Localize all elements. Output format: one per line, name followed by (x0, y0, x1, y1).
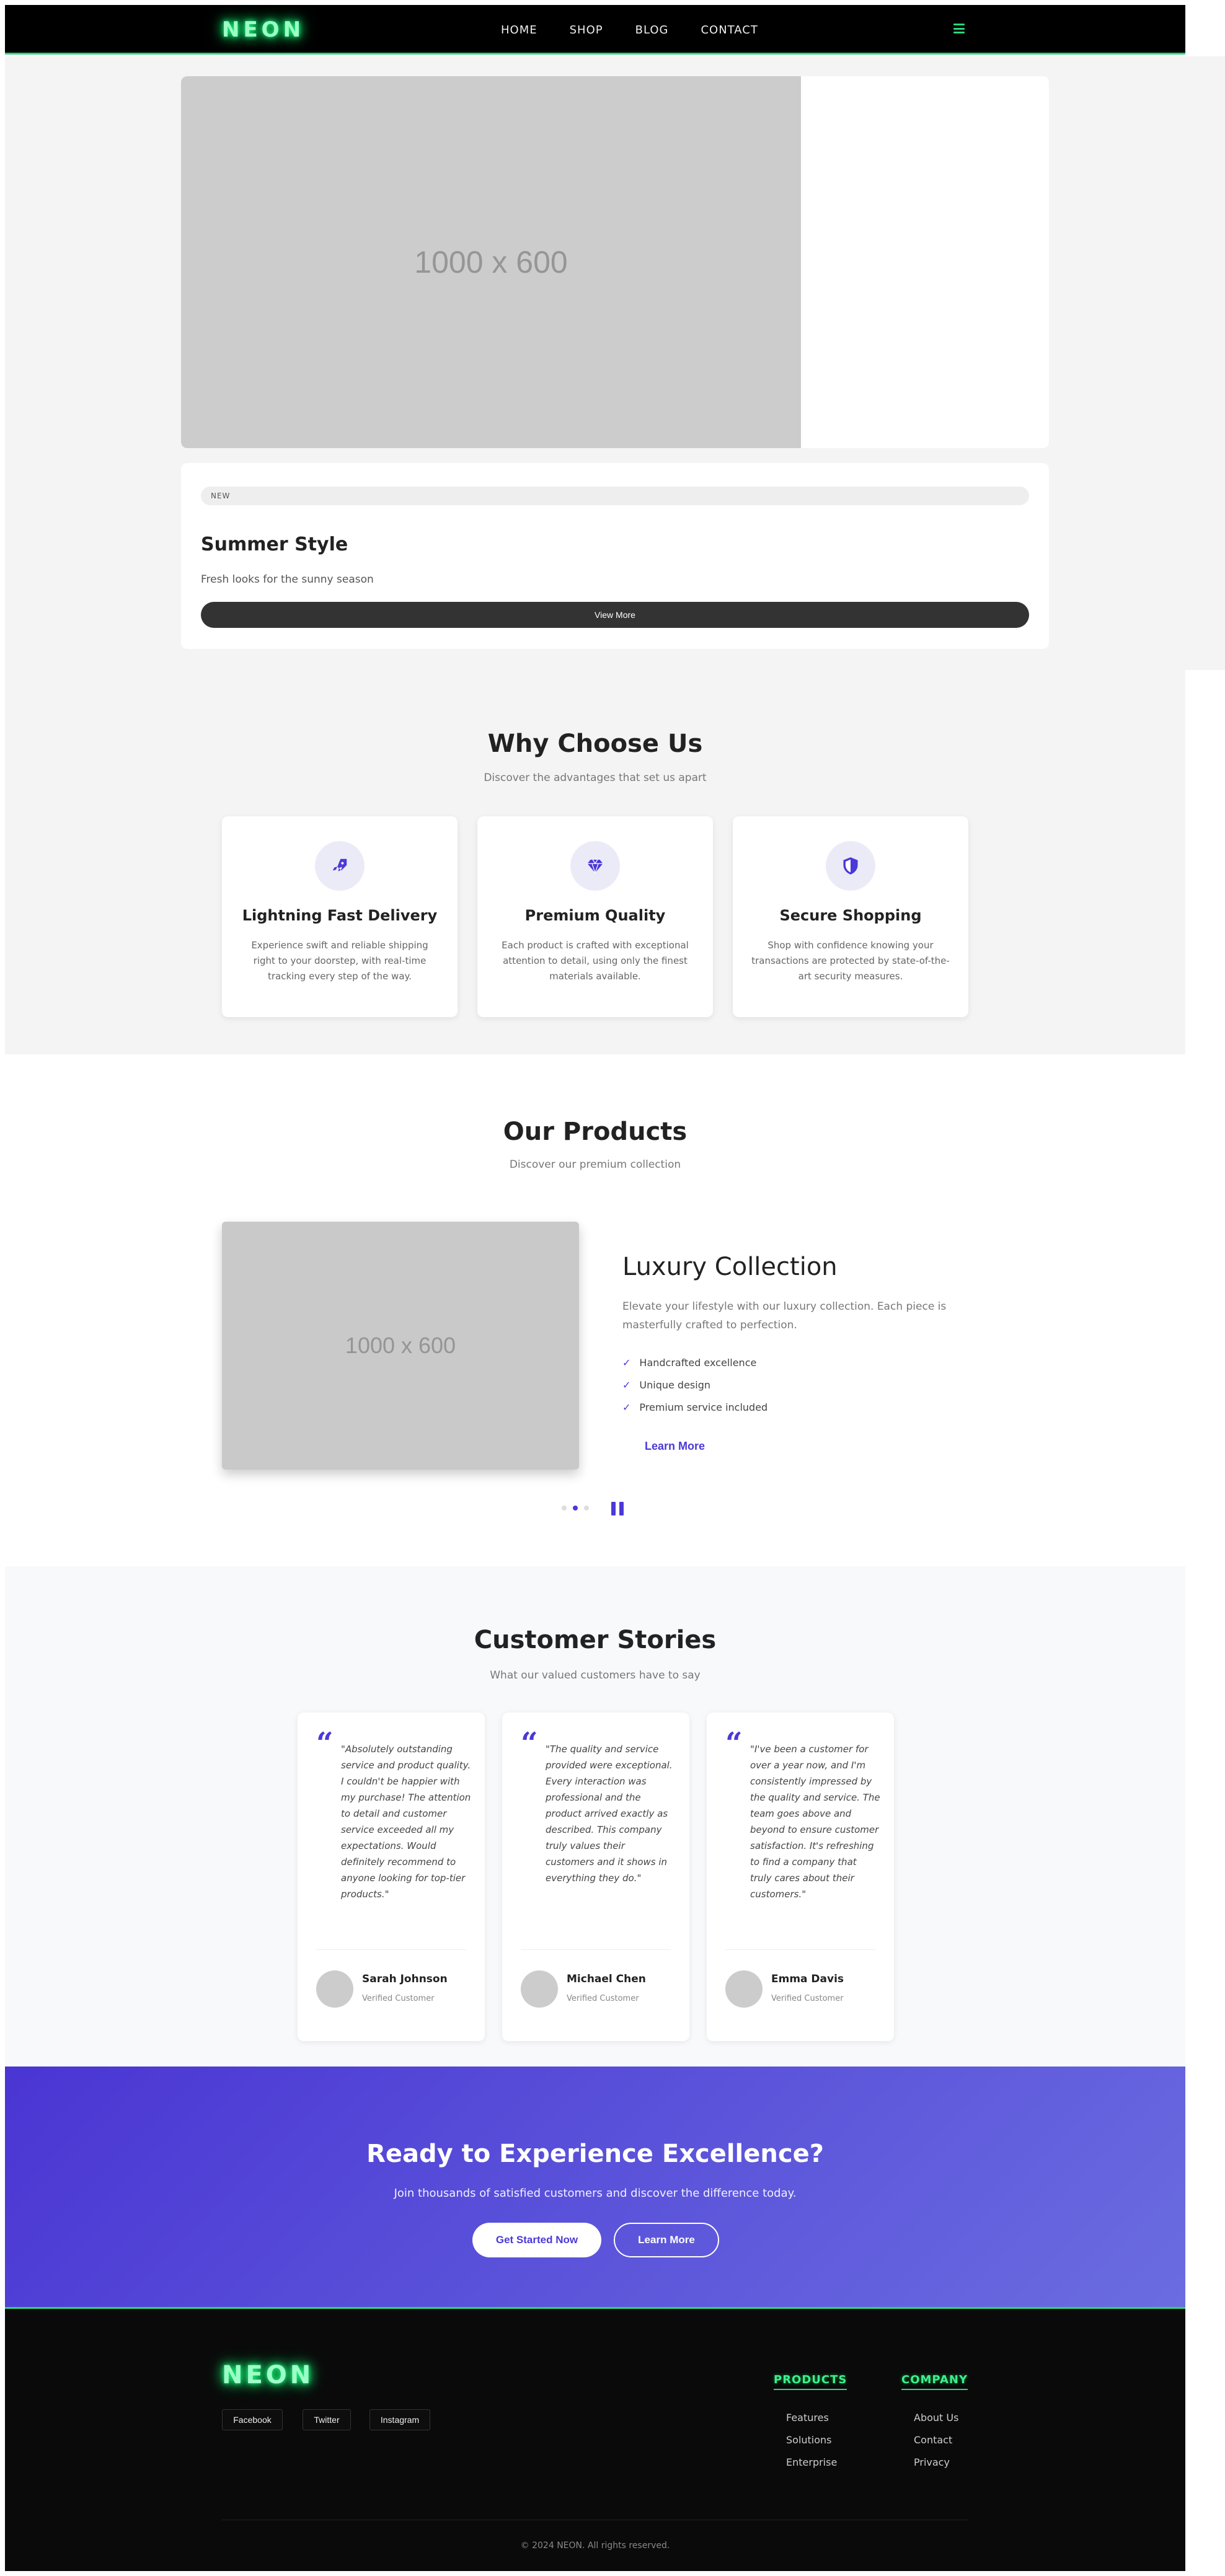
hamburger-icon[interactable] (953, 24, 965, 33)
customer-role: Verified Customer (362, 1994, 435, 2003)
avatar (521, 1970, 558, 2008)
carousel-dot-3[interactable] (584, 1506, 589, 1511)
footer-column-title: COMPANY (901, 2373, 968, 2390)
hero-subtitle: Fresh looks for the sunny season (201, 573, 374, 586)
footer-link-enterprise[interactable]: Enterprise (786, 2456, 837, 2468)
rocket-icon (315, 841, 365, 891)
nav-link-contact[interactable]: CONTACT (701, 24, 758, 37)
facebook-link[interactable]: Facebook (222, 2409, 283, 2430)
feature-title: Lightning Fast Delivery (242, 907, 438, 924)
view-more-button[interactable]: View More (201, 602, 1029, 628)
cta-subtitle: Join thousands of satisfied customers an… (394, 2187, 797, 2200)
new-badge: NEW (201, 487, 1029, 505)
avatar (725, 1970, 763, 2008)
hero-section: 1000 x 600 NEW Summer Style Fresh looks … (5, 56, 1225, 670)
section-subtitle: Discover our premium collection (509, 1158, 681, 1171)
customer-role: Verified Customer (771, 1994, 844, 2003)
twitter-link[interactable]: Twitter (303, 2409, 351, 2430)
quote-icon: “ (521, 1726, 538, 1761)
logo[interactable]: NEON (222, 17, 304, 42)
section-title: Our Products (503, 1118, 688, 1146)
testimonial-text: "I've been a customer for over a year no… (750, 1744, 880, 1900)
list-item: ✓ Handcrafted excellence (622, 1357, 757, 1369)
testimonials-section: Customer Stories What our valued custome… (5, 1566, 1185, 2067)
list-item: ✓ Unique design (622, 1379, 711, 1391)
testimonial-card: “ "I've been a customer for over a year … (707, 1713, 894, 2041)
feature-card: Premium Quality Each product is crafted … (477, 816, 713, 1017)
carousel-dots (562, 1506, 589, 1511)
copyright: © 2024 NEON. All rights reserved. (520, 2541, 670, 2551)
feature-description: Shop with confidence knowing your transa… (751, 940, 950, 982)
why-choose-us-section: Why Choose Us Discover the advantages th… (5, 670, 1185, 1054)
list-item: ✓ Premium service included (622, 1401, 768, 1413)
feature-card: Lightning Fast Delivery Experience swift… (222, 816, 458, 1017)
avatar (316, 1970, 353, 2008)
divider (725, 1949, 875, 1950)
quote-icon: “ (725, 1726, 743, 1761)
products-section: Our Products Discover our premium collec… (5, 1054, 1185, 1566)
feature-title: Secure Shopping (779, 907, 922, 924)
nav-links: HOME SHOP BLOG CONTACT (501, 24, 790, 37)
collection-title: Luxury Collection (622, 1253, 838, 1281)
nav-link-home[interactable]: HOME (501, 24, 537, 37)
section-subtitle: Discover the advantages that set us apar… (484, 772, 707, 784)
footer-link-about[interactable]: About Us (914, 2412, 958, 2424)
customer-name: Michael Chen (567, 1973, 646, 1985)
shield-icon (826, 841, 875, 891)
footer: NEON Facebook Twitter Instagram PRODUCTS… (5, 2307, 1185, 2571)
testimonial-card: “ "Absolutely outstanding service and pr… (298, 1713, 485, 2041)
divider (316, 1949, 466, 1950)
footer-link-contact[interactable]: Contact (914, 2434, 952, 2446)
divider (521, 1949, 671, 1950)
feature-description: Experience swift and reliable shipping r… (251, 940, 428, 982)
check-icon: ✓ (622, 1357, 631, 1369)
get-started-button[interactable]: Get Started Now (472, 2223, 601, 2257)
feature-description: Each product is crafted with exceptional… (502, 940, 689, 982)
check-icon: ✓ (622, 1401, 631, 1413)
testimonial-text: "The quality and service provided were e… (546, 1744, 673, 1884)
carousel-dot-2[interactable] (573, 1506, 578, 1511)
footer-link-privacy[interactable]: Privacy (914, 2456, 950, 2468)
customer-role: Verified Customer (567, 1994, 639, 2003)
feature-title: Premium Quality (524, 907, 666, 924)
footer-logo[interactable]: NEON (222, 2361, 314, 2389)
nav-link-shop[interactable]: SHOP (570, 24, 603, 37)
customer-name: Emma Davis (771, 1973, 844, 1985)
hero-slide: 1000 x 600 (181, 76, 1049, 448)
hero-image-placeholder: 1000 x 600 (181, 76, 801, 448)
top-navbar: NEON HOME SHOP BLOG CONTACT (5, 5, 1185, 55)
carousel-dot-1[interactable] (562, 1506, 567, 1511)
collection-features: ✓ Handcrafted excellence ✓ Unique design ✓… (622, 1352, 767, 1419)
section-subtitle: What our valued customers have to say (490, 1669, 701, 1682)
customer-name: Sarah Johnson (362, 1973, 448, 1985)
check-icon: ✓ (622, 1379, 631, 1391)
hero-title: Summer Style (201, 534, 348, 555)
quote-icon: “ (316, 1726, 334, 1761)
learn-more-button[interactable]: Learn More (614, 2223, 719, 2257)
learn-more-link[interactable]: Learn More (645, 1440, 705, 1453)
section-title: Why Choose Us (487, 730, 703, 758)
testimonial-text: "Absolutely outstanding service and prod… (341, 1744, 471, 1900)
hero-info-card: NEW Summer Style Fresh looks for the sun… (181, 463, 1049, 649)
product-image-placeholder: 1000 x 600 (222, 1222, 579, 1470)
footer-link-solutions[interactable]: Solutions (786, 2434, 832, 2446)
nav-link-blog[interactable]: BLOG (635, 24, 669, 37)
testimonial-card: “ "The quality and service provided were… (502, 1713, 689, 2041)
cta-title: Ready to Experience Excellence? (366, 2140, 824, 2168)
section-title: Customer Stories (474, 1626, 717, 1654)
pause-icon[interactable] (611, 1502, 624, 1515)
feature-card: Secure Shopping Shop with confidence kno… (733, 816, 968, 1017)
cta-section: Ready to Experience Excellence? Join tho… (5, 2067, 1185, 2307)
footer-link-features[interactable]: Features (786, 2412, 829, 2424)
footer-column-title: PRODUCTS (774, 2373, 847, 2390)
collection-description: Elevate your lifestyle with our luxury c… (622, 1300, 947, 1331)
instagram-link[interactable]: Instagram (369, 2409, 430, 2430)
gem-icon (570, 841, 620, 891)
